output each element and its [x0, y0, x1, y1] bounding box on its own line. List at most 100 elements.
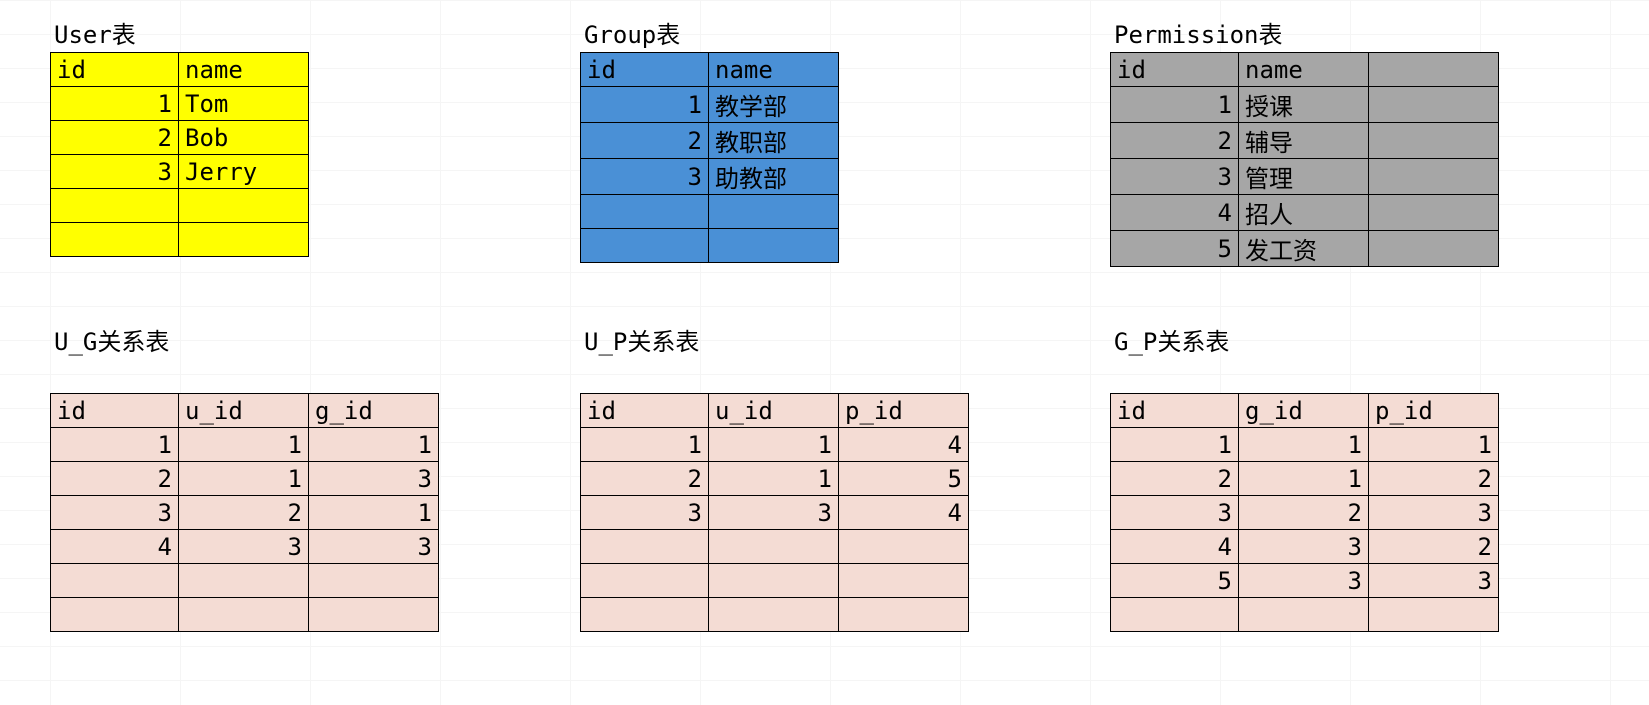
table-row-empty	[51, 223, 309, 257]
gp-table-block: G_P关系表 id g_id p_id 111 212 323 432 533	[1110, 325, 1499, 632]
col-name: name	[1239, 53, 1369, 87]
table-row: 215	[581, 462, 969, 496]
cell-name: Jerry	[179, 155, 309, 189]
cell-name: 教学部	[709, 87, 839, 123]
user-table: id name 1Tom 2Bob 3Jerry	[50, 52, 309, 257]
table-row-empty	[581, 598, 969, 632]
col-name: name	[179, 53, 309, 87]
table-row: 3助教部	[581, 159, 839, 195]
cell-gid: 1	[309, 496, 439, 530]
cell-uid: 1	[179, 428, 309, 462]
table-row: 1授课	[1111, 87, 1499, 123]
cell-id: 1	[581, 87, 709, 123]
cell-name: Tom	[179, 87, 309, 121]
table-row-empty	[581, 564, 969, 598]
cell-name: 教职部	[709, 123, 839, 159]
table-row-empty	[581, 229, 839, 263]
cell-pid: 2	[1369, 530, 1499, 564]
col-id: id	[51, 394, 179, 428]
table-header-row: id u_id g_id	[51, 394, 439, 428]
table-row-empty	[51, 189, 309, 223]
cell-pid: 4	[839, 428, 969, 462]
cell-gid: 3	[1239, 564, 1369, 598]
cell-id: 4	[51, 530, 179, 564]
cell-pid: 3	[1369, 496, 1499, 530]
cell-name: 管理	[1239, 159, 1369, 195]
table-row: 4招人	[1111, 195, 1499, 231]
cell-id: 5	[1111, 564, 1239, 598]
permission-table: id name 1授课 2辅导 3管理 4招人 5发工资	[1110, 52, 1499, 267]
cell-id: 3	[1111, 496, 1239, 530]
table-header-row: id name	[1111, 53, 1499, 87]
table-row: 432	[1111, 530, 1499, 564]
up-table-title: U_P关系表	[580, 325, 969, 359]
table-row: 212	[1111, 462, 1499, 496]
table-row: 213	[51, 462, 439, 496]
col-pid: p_id	[839, 394, 969, 428]
cell-id: 2	[1111, 123, 1239, 159]
cell-uid: 1	[709, 462, 839, 496]
cell-name: 助教部	[709, 159, 839, 195]
table-row: 2辅导	[1111, 123, 1499, 159]
col-id: id	[581, 53, 709, 87]
cell-id: 2	[581, 123, 709, 159]
col-id: id	[1111, 53, 1239, 87]
cell-gid: 2	[1239, 496, 1369, 530]
cell-id: 1	[1111, 428, 1239, 462]
cell-name: Bob	[179, 121, 309, 155]
cell-id: 3	[51, 496, 179, 530]
spacer	[580, 359, 969, 393]
table-row-empty	[581, 195, 839, 229]
up-table: id u_id p_id 114 215 334	[580, 393, 969, 632]
cell-id: 1	[51, 87, 179, 121]
group-table-block: Group表 id name 1教学部 2教职部 3助教部	[580, 18, 839, 263]
cell-id: 4	[1111, 530, 1239, 564]
table-row: 1教学部	[581, 87, 839, 123]
table-row: 114	[581, 428, 969, 462]
table-row: 2Bob	[51, 121, 309, 155]
cell-id: 4	[1111, 195, 1239, 231]
group-table: id name 1教学部 2教职部 3助教部	[580, 52, 839, 263]
cell-id: 1	[1111, 87, 1239, 123]
table-row-empty	[51, 564, 439, 598]
cell-id: 2	[581, 462, 709, 496]
cell-uid: 2	[179, 496, 309, 530]
cell-pid: 3	[1369, 564, 1499, 598]
cell-pid: 5	[839, 462, 969, 496]
table-row-empty	[581, 530, 969, 564]
table-header-row: id g_id p_id	[1111, 394, 1499, 428]
table-row: 5发工资	[1111, 231, 1499, 267]
user-table-block: User表 id name 1Tom 2Bob 3Jerry	[50, 18, 309, 257]
ug-table-block: U_G关系表 id u_id g_id 111 213 321 433	[50, 325, 439, 632]
table-row: 323	[1111, 496, 1499, 530]
cell-name: 辅导	[1239, 123, 1369, 159]
cell-name: 授课	[1239, 87, 1369, 123]
table-header-row: id u_id p_id	[581, 394, 969, 428]
col-uid: u_id	[709, 394, 839, 428]
col-gid: g_id	[309, 394, 439, 428]
cell-pid: 4	[839, 496, 969, 530]
table-row: 321	[51, 496, 439, 530]
cell-id: 3	[581, 159, 709, 195]
cell-uid: 1	[709, 428, 839, 462]
table-row: 433	[51, 530, 439, 564]
table-row-empty	[51, 598, 439, 632]
group-table-title: Group表	[580, 18, 839, 52]
cell-id: 5	[1111, 231, 1239, 267]
col-name: name	[709, 53, 839, 87]
permission-table-title: Permission表	[1110, 18, 1499, 52]
cell-gid: 1	[309, 428, 439, 462]
table-header-row: id name	[581, 53, 839, 87]
table-row: 111	[51, 428, 439, 462]
table-header-row: id name	[51, 53, 309, 87]
table-row: 1Tom	[51, 87, 309, 121]
spacer	[1110, 359, 1499, 393]
cell-id: 2	[51, 121, 179, 155]
cell-id: 3	[51, 155, 179, 189]
spacer	[50, 359, 439, 393]
cell-gid: 3	[309, 530, 439, 564]
col-id: id	[51, 53, 179, 87]
col-empty	[1369, 53, 1499, 87]
col-id: id	[581, 394, 709, 428]
table-row: 533	[1111, 564, 1499, 598]
